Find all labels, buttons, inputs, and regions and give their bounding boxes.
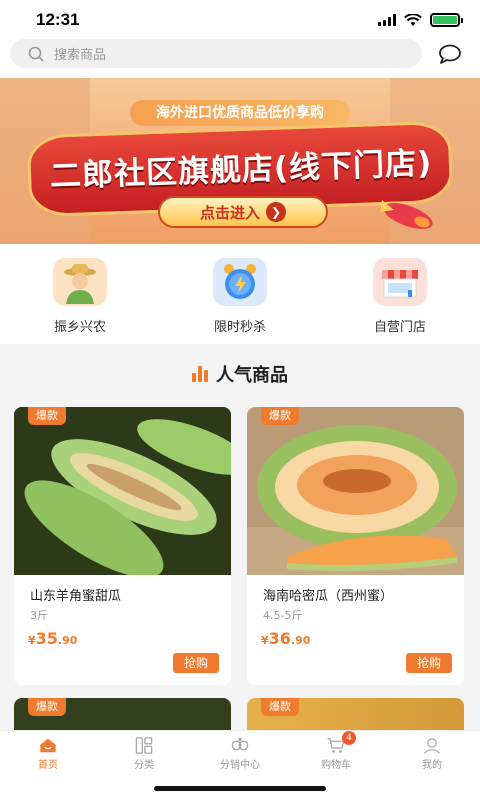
product-image: 爆款 xyxy=(14,407,231,575)
product-spec: 4.5-5斤 xyxy=(263,609,303,622)
tab-label: 分类 xyxy=(134,760,154,771)
signal-icon xyxy=(378,14,396,26)
cart-count-badge: 4 xyxy=(342,731,356,745)
banner-cta-label: 点击进入 xyxy=(199,203,260,222)
tab-label: 分销中心 xyxy=(220,760,260,771)
hot-badge: 爆款 xyxy=(261,407,299,425)
category-shortcuts: 振乡兴农 限时秒杀 自营门店 xyxy=(0,244,480,344)
hot-badge: 爆款 xyxy=(261,698,299,716)
promo-banner[interactable]: 海外进口优质商品低价享购 二郎社区旗舰店(线下门店) 点击进入 ❯ xyxy=(0,78,480,244)
category-label: 限时秒杀 xyxy=(213,320,266,335)
banner-subtitle: 海外进口优质商品低价享购 xyxy=(130,100,350,126)
product-price: ¥36.90 xyxy=(261,629,311,648)
status-time: 12:31 xyxy=(36,10,80,29)
popular-section-header: 人气商品 xyxy=(0,352,480,396)
category-label: 振乡兴农 xyxy=(53,320,106,335)
farmer-icon xyxy=(53,258,107,306)
home-indicator[interactable] xyxy=(154,786,326,791)
tab-category[interactable]: 分类 xyxy=(96,731,192,771)
battery-icon xyxy=(430,13,463,27)
search-placeholder: 搜索商品 xyxy=(54,48,107,63)
tab-label: 首页 xyxy=(38,760,58,771)
product-price: ¥35.90 xyxy=(28,629,78,648)
profile-icon xyxy=(423,738,441,754)
product-spec: 3斤 xyxy=(30,609,48,622)
banner-enter-button[interactable]: 点击进入 ❯ xyxy=(158,196,328,228)
bar-chart-icon xyxy=(192,366,208,382)
buy-button[interactable]: 抢购 xyxy=(173,653,219,673)
search-icon xyxy=(28,46,44,62)
search-input[interactable]: 搜索商品 xyxy=(10,39,422,68)
wifi-icon xyxy=(404,13,422,26)
category-farm[interactable]: 振乡兴农 xyxy=(0,244,160,344)
category-flash-sale[interactable]: 限时秒杀 xyxy=(160,244,320,344)
hot-badge: 爆款 xyxy=(28,407,66,425)
section-title: 人气商品 xyxy=(216,365,288,386)
tab-label: 购物车 xyxy=(321,760,351,771)
buy-button[interactable]: 抢购 xyxy=(406,653,452,673)
product-card[interactable]: 爆款 海南哈密瓜（西州蜜） 4.5-5斤 ¥36.90 抢购 xyxy=(247,407,464,685)
product-name: 山东羊角蜜甜瓜 xyxy=(30,589,122,604)
status-icons xyxy=(378,13,463,27)
storefront-icon xyxy=(373,258,427,306)
product-image: 爆款 xyxy=(247,407,464,575)
search-bar: 搜索商品 xyxy=(0,38,480,78)
tab-profile[interactable]: 我的 xyxy=(384,731,480,771)
rocket-icon xyxy=(380,200,433,229)
chevron-right-icon: ❯ xyxy=(266,202,286,222)
category-label: 自营门店 xyxy=(373,320,426,335)
status-bar: 12:31 xyxy=(0,0,480,38)
tab-label: 我的 xyxy=(422,760,442,771)
home-icon xyxy=(40,738,56,753)
product-card[interactable]: 爆款 山东羊角蜜甜瓜 3斤 ¥35.90 抢购 xyxy=(14,407,231,685)
tab-distribution[interactable]: 分销中心 xyxy=(192,731,288,771)
product-name: 海南哈密瓜（西州蜜） xyxy=(263,589,394,604)
distribution-icon xyxy=(231,737,249,751)
category-icon xyxy=(135,737,153,754)
alarm-clock-icon xyxy=(213,258,267,306)
tab-home[interactable]: 首页 xyxy=(0,731,96,771)
hot-badge: 爆款 xyxy=(28,698,66,716)
tab-cart[interactable]: 4 购物车 xyxy=(288,731,384,771)
message-icon[interactable] xyxy=(438,43,462,65)
category-own-store[interactable]: 自营门店 xyxy=(320,244,480,344)
